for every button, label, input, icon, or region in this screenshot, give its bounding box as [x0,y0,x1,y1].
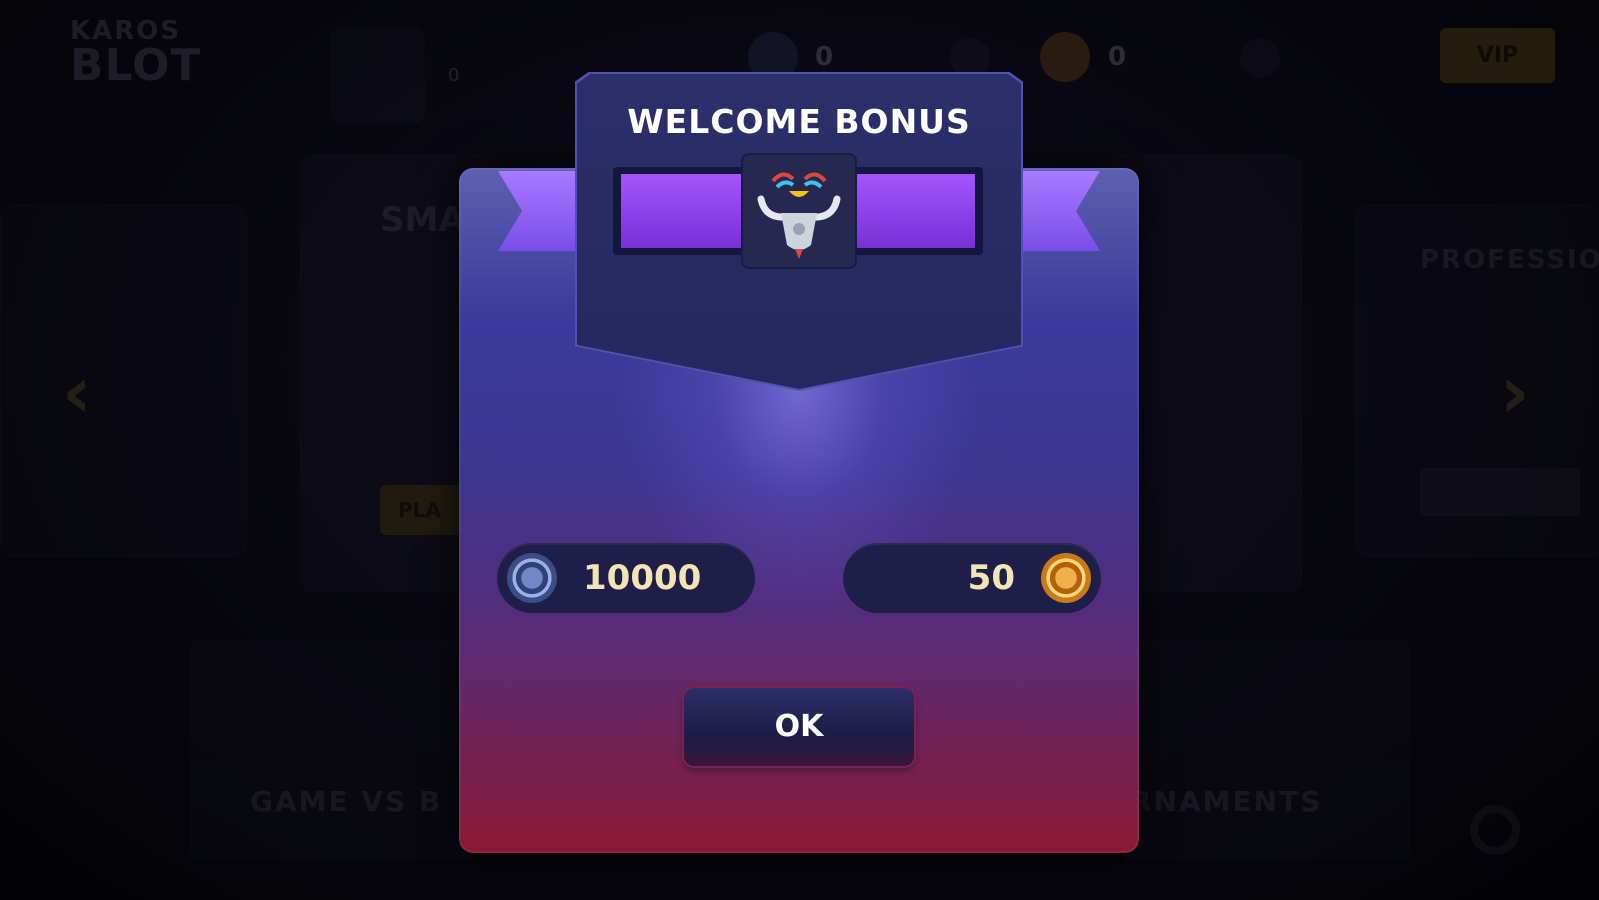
gold-chip-amount: 50 [967,558,1015,598]
ribbon-fill-right [855,174,975,248]
gold-chip-icon [1041,553,1091,603]
bull-mascot-icon [743,155,855,267]
ribbon-fill-left [621,174,741,248]
blue-chip-amount: 10000 [583,558,702,598]
game-lobby: KAROS BLOT 0 0 0 VIP SMA PROFESSIO PLA ‹… [0,0,1599,900]
blue-chip-icon [507,553,557,603]
blue-chip-reward: 10000 [497,543,755,613]
ok-button[interactable]: OK [684,688,914,766]
dialog-title: WELCOME BONUS [627,102,971,141]
gold-chip-reward: 50 [843,543,1101,613]
